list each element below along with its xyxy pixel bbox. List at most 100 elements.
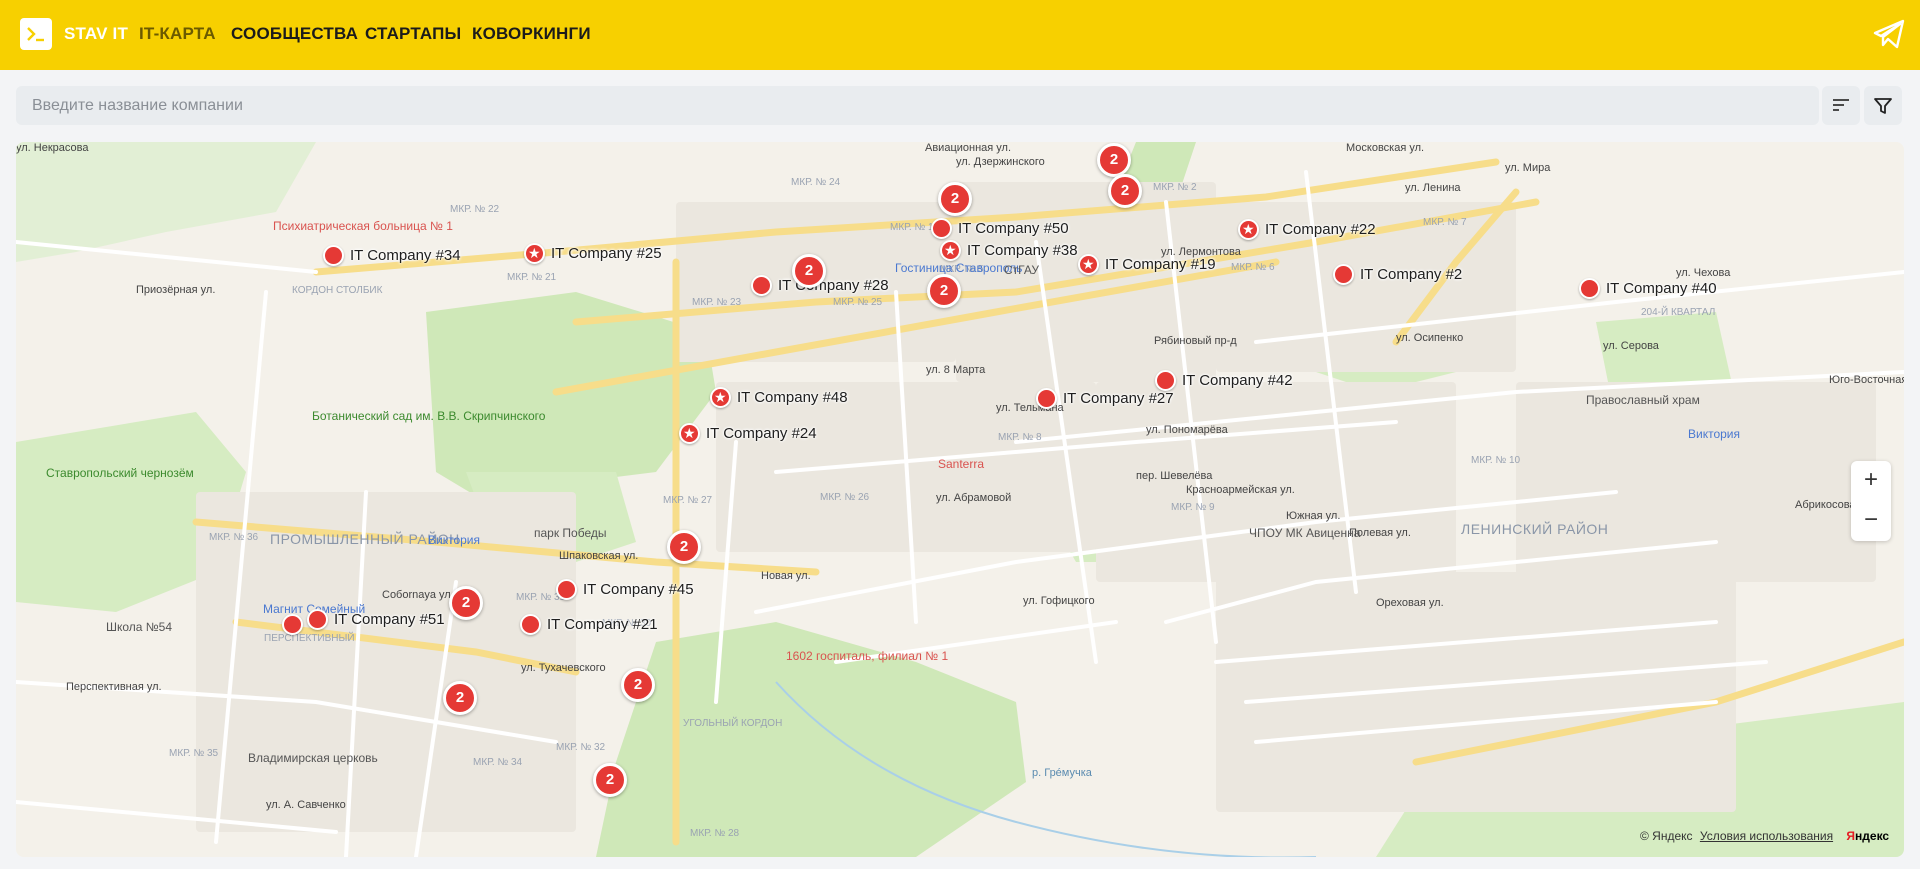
street-label: Ореховая ул. bbox=[1376, 597, 1444, 609]
street-label: ул. Дзержинского bbox=[956, 156, 1045, 168]
micro-label: МКР. № 6 bbox=[1231, 262, 1275, 273]
company-marker[interactable]: IT Company #19 bbox=[1078, 254, 1216, 275]
church-poi[interactable]: Владимирская церковь bbox=[248, 752, 378, 765]
company-marker[interactable]: IT Company #2 bbox=[1333, 264, 1462, 285]
cluster-marker[interactable]: 2 bbox=[449, 586, 483, 620]
micro-label: МКР. № 28 bbox=[690, 828, 740, 839]
cluster-marker[interactable]: 2 bbox=[593, 763, 627, 797]
botanical-garden-poi[interactable]: Ботанический сад им. В.В. Скрипчинского bbox=[312, 410, 545, 423]
cluster-marker[interactable]: 2 bbox=[938, 182, 972, 216]
street-label: пер. Шевелёва bbox=[1136, 470, 1213, 482]
company-search-input[interactable] bbox=[16, 86, 1819, 125]
company-marker[interactable]: IT Company #34 bbox=[323, 245, 461, 266]
street-label: ул. Мира bbox=[1505, 162, 1551, 174]
nav-it-map[interactable]: IT-КАРТА bbox=[139, 24, 216, 44]
company-marker[interactable]: IT Company #27 bbox=[1036, 388, 1174, 409]
company-marker[interactable]: IT Company #42 bbox=[1155, 370, 1293, 391]
street-label: ул. Серова bbox=[1603, 340, 1659, 352]
terms-link[interactable]: Условия использования bbox=[1700, 829, 1833, 843]
company-marker[interactable]: IT Company #45 bbox=[556, 579, 694, 600]
brand-link[interactable]: STAV IT bbox=[64, 24, 128, 44]
store-poi[interactable]: Виктория bbox=[428, 534, 480, 547]
minus-icon[interactable]: − bbox=[1851, 501, 1891, 541]
company-marker[interactable]: IT Company #22 bbox=[1238, 219, 1376, 240]
micro-label: МКР. № 1 bbox=[890, 222, 934, 233]
school-poi[interactable]: Школа №54 bbox=[106, 621, 172, 634]
top-navigation-bar: STAV IT IT-КАРТА СООБЩЕСТВА СТАРТАПЫ КОВ… bbox=[0, 0, 1920, 70]
street-label: Московская ул. bbox=[1346, 142, 1425, 154]
clinic-poi[interactable]: ЧПОУ МК Авиценна bbox=[1249, 527, 1360, 540]
telegram-icon[interactable] bbox=[1872, 17, 1906, 51]
hotel-poi[interactable]: Гостиница Ставрополь bbox=[895, 262, 1022, 275]
district-label: КОРДОН СТОЛБИК bbox=[292, 285, 383, 296]
company-map[interactable]: ПРОМЫШЛЕННЫЙ РАЙОН ЛЕНИНСКИЙ РАЙОН КОРДО… bbox=[16, 142, 1904, 857]
yandex-logo[interactable]: Яндекс bbox=[1846, 829, 1889, 843]
street-label: Шпаковская ул. bbox=[559, 550, 639, 562]
micro-label: МКР. № 24 bbox=[791, 177, 841, 188]
district-label: 204-Й КВАРТАЛ bbox=[1641, 307, 1716, 318]
nav-coworkings[interactable]: КОВОРКИНГИ bbox=[472, 24, 591, 44]
micro-label: МКР. № 7 bbox=[1423, 217, 1467, 228]
university-poi[interactable]: СтГАУ bbox=[1004, 264, 1039, 277]
cluster-marker[interactable]: 2 bbox=[792, 254, 826, 288]
cluster-marker[interactable]: 2 bbox=[667, 530, 701, 564]
hospital-poi[interactable]: Психиатрическая больница № 1 bbox=[273, 220, 453, 233]
street-label: ул. Гофицкого bbox=[1023, 595, 1095, 607]
district-label: УГОЛЬНЫЙ КОРДОН bbox=[683, 718, 783, 729]
company-marker[interactable]: IT Company #24 bbox=[679, 423, 817, 444]
company-marker[interactable]: IT Company #38 bbox=[940, 240, 1078, 261]
micro-label: МКР. № 25 bbox=[833, 297, 883, 308]
street-label: Перспективная ул. bbox=[66, 681, 162, 693]
micro-label: МКР. № 9 bbox=[1171, 502, 1215, 513]
sort-icon bbox=[1833, 99, 1849, 111]
company-marker[interactable]: IT Company #50 bbox=[931, 218, 1069, 239]
micro-label: МКР. № 35 bbox=[169, 748, 219, 759]
district-label: ПЕРСПЕКТИВНЫЙ bbox=[264, 633, 355, 644]
micro-label: МКР. № 32 bbox=[556, 742, 606, 753]
street-label: ул. Пономарёва bbox=[1146, 424, 1228, 436]
cluster-marker[interactable]: 2 bbox=[621, 668, 655, 702]
plus-icon[interactable]: + bbox=[1851, 461, 1891, 501]
company-marker[interactable]: IT Company #48 bbox=[710, 387, 848, 408]
chernozem-poi[interactable]: Ставропольский чернозём bbox=[46, 467, 194, 480]
street-label: Приозёрная ул. bbox=[136, 284, 216, 296]
copyright-text: © Яндекс bbox=[1640, 829, 1693, 843]
nav-communities[interactable]: СООБЩЕСТВА bbox=[231, 24, 358, 44]
street-label: Рябиновый пр-д bbox=[1154, 335, 1237, 347]
micro-label: МКР. № 10 bbox=[1471, 455, 1521, 466]
sort-button[interactable] bbox=[1822, 86, 1860, 125]
district-label: ЛЕНИНСКИЙ РАЙОН bbox=[1461, 521, 1609, 537]
street-label: ул. А. Савченко bbox=[266, 799, 346, 811]
nav-startups[interactable]: СТАРТАПЫ bbox=[365, 24, 461, 44]
church-poi[interactable]: Православный храм bbox=[1586, 394, 1700, 407]
street-label: Собornaya ул. bbox=[382, 589, 454, 601]
company-marker[interactable] bbox=[282, 614, 303, 635]
company-marker[interactable]: IT Company #40 bbox=[1579, 278, 1717, 299]
park-poi[interactable]: парк Победы bbox=[534, 527, 607, 540]
street-label: Авиационная ул. bbox=[925, 142, 1012, 154]
terminal-logo-icon[interactable] bbox=[20, 18, 52, 50]
hospital-poi[interactable]: 1602 госпиталь, филиал № 1 bbox=[786, 650, 948, 663]
filter-icon bbox=[1874, 98, 1892, 114]
street-label: ул. 8 Марта bbox=[926, 364, 986, 376]
street-label: ул. Некрасова bbox=[16, 142, 89, 154]
street-label: ул. Абрамовой bbox=[936, 492, 1012, 504]
micro-label: МКР. № 27 bbox=[663, 495, 713, 506]
company-marker[interactable]: IT Company #25 bbox=[524, 243, 662, 264]
filter-button[interactable] bbox=[1864, 86, 1902, 125]
street-label: Юго-Восточная bbox=[1829, 374, 1904, 386]
street-label: ул. Осипенко bbox=[1396, 332, 1464, 344]
micro-label: МКР. № 21 bbox=[507, 272, 557, 283]
micro-label: МКР. № 26 bbox=[820, 492, 870, 503]
micro-label: МКР. № 2 bbox=[1153, 182, 1197, 193]
street-label: ул. Ленина bbox=[1405, 182, 1461, 194]
cluster-marker[interactable]: 2 bbox=[1108, 174, 1142, 208]
santerra-poi[interactable]: Santerra bbox=[938, 458, 984, 471]
micro-label: МКР. № 34 bbox=[473, 757, 523, 768]
store-poi[interactable]: Виктория bbox=[1688, 428, 1740, 441]
company-marker[interactable]: IT Company #51 bbox=[307, 609, 445, 630]
cluster-marker[interactable]: 2 bbox=[1097, 143, 1131, 177]
cluster-marker[interactable]: 2 bbox=[927, 274, 961, 308]
cluster-marker[interactable]: 2 bbox=[443, 681, 477, 715]
company-marker[interactable]: IT Company #21 bbox=[520, 614, 658, 635]
